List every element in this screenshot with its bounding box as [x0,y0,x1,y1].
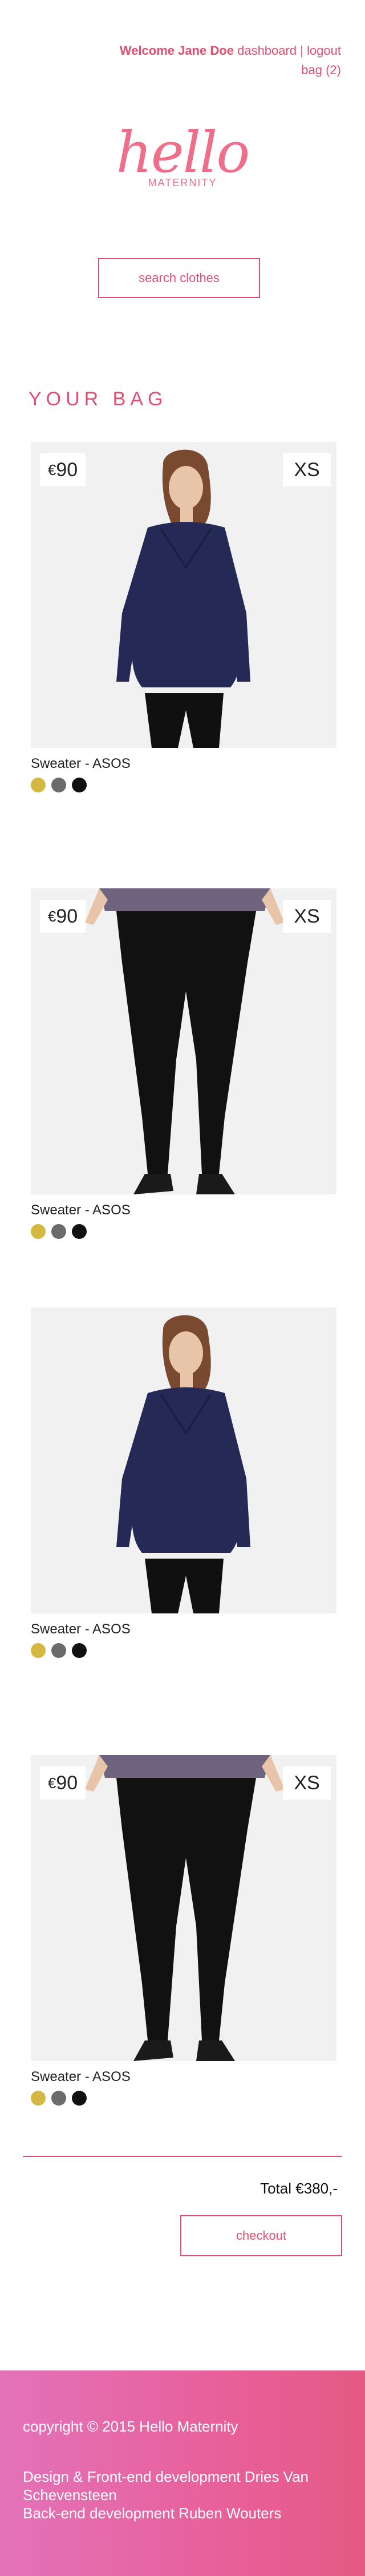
price-amount: 90 [56,1772,78,1794]
sweater-photo-illustration [31,1307,336,1613]
color-swatch[interactable] [51,778,66,792]
logo[interactable]: hello MATERNITY [0,124,365,189]
checkout-button[interactable]: checkout [180,2215,342,2256]
color-swatch[interactable] [72,2091,87,2106]
color-swatch[interactable] [51,1224,66,1239]
top-nav: Welcome Jane Doe dashboard | logout bag … [120,41,341,80]
color-swatch[interactable] [72,1224,87,1239]
price-tag: €90 [40,1766,86,1800]
price-amount: 90 [56,458,78,481]
color-swatch[interactable] [51,2091,66,2106]
color-swatch[interactable] [31,1224,46,1239]
product-card[interactable]: €90 XS Sweater - ASOS [31,442,336,792]
product-card[interactable]: €90 XS Sweater - ASOS [31,1755,336,2106]
product-card[interactable]: Sweater - ASOS [31,1307,336,1658]
total-divider [23,2156,342,2157]
product-name: Sweater - ASOS [31,1202,131,1218]
color-swatch[interactable] [72,1643,87,1658]
price-currency: € [47,907,56,925]
footer: copyright © 2015 Hello Maternity Design … [0,2370,365,2576]
logout-link[interactable]: logout [307,43,341,58]
leggings-photo-illustration [31,888,336,1194]
product-image[interactable]: €90 XS [31,1755,336,2061]
bag-title: YOUR BAG [29,388,168,410]
price-amount: 90 [56,905,78,927]
size-tag: XS [283,1766,331,1800]
color-swatch[interactable] [72,778,87,792]
color-swatches [31,1224,336,1239]
color-swatches [31,2091,336,2106]
nav-separator: | [300,43,303,58]
total-amount: Total €380,- [260,2180,338,2197]
color-swatch[interactable] [31,778,46,792]
size-tag: XS [283,453,331,486]
sweater-photo-illustration [31,442,336,748]
size-tag: XS [283,900,331,933]
product-name: Sweater - ASOS [31,756,131,771]
color-swatches [31,778,336,792]
color-swatch[interactable] [31,1643,46,1658]
product-image[interactable] [31,1307,336,1613]
product-name: Sweater - ASOS [31,2069,131,2084]
welcome-text: Welcome Jane Doe [119,43,234,58]
footer-credits-frontend: Design & Front-end development Dries Van… [23,2468,309,2503]
footer-copyright: copyright © 2015 Hello Maternity [23,2418,238,2435]
search-clothes-button[interactable]: search clothes [98,258,260,298]
color-swatches [31,1643,336,1658]
logo-subtitle: MATERNITY [148,177,217,188]
product-card[interactable]: €90 XS Sweater - ASOS [31,888,336,1239]
product-image[interactable]: €90 XS [31,888,336,1194]
price-tag: €90 [40,900,86,933]
color-swatch[interactable] [51,1643,66,1658]
leggings-photo-illustration [31,1755,336,2061]
dashboard-link[interactable]: dashboard [237,43,297,58]
product-image[interactable]: €90 XS [31,442,336,748]
product-name: Sweater - ASOS [31,1621,131,1637]
bag-link[interactable]: bag (2) [301,63,341,77]
price-currency: € [47,461,56,478]
logo-script: hello [116,120,250,186]
footer-credits-backend: Back-end development Ruben Wouters [23,2505,282,2522]
price-tag: €90 [40,453,86,486]
price-currency: € [47,1774,56,1792]
color-swatch[interactable] [31,2091,46,2106]
